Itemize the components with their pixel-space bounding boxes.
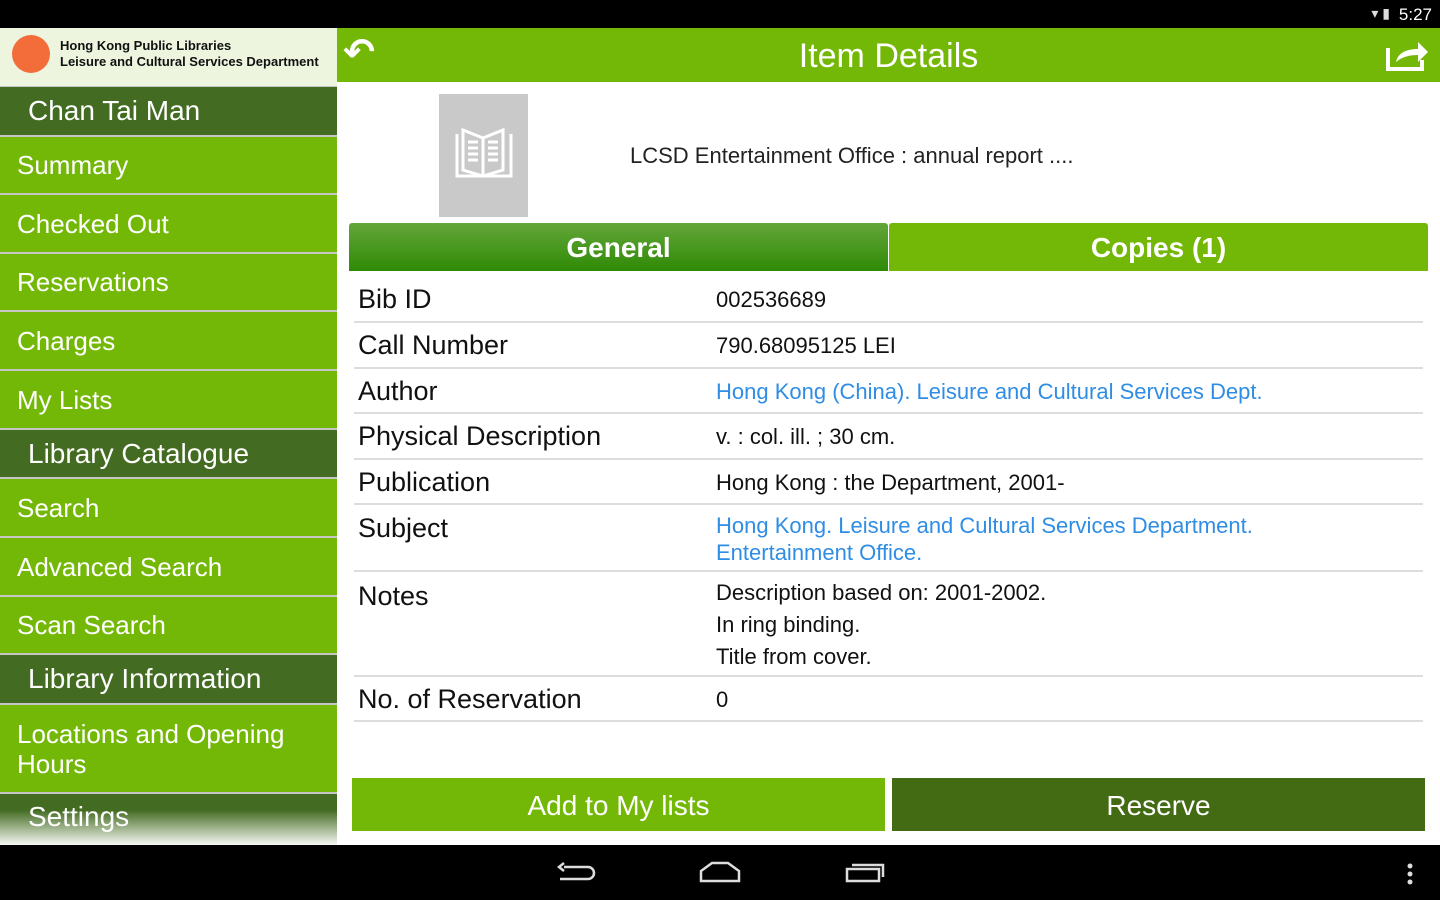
nav-home-icon[interactable] — [698, 859, 742, 885]
detail-row-bib-id: Bib ID 002536689 — [354, 275, 1423, 323]
detail-label: Notes — [358, 581, 429, 611]
sidebar-item-search[interactable]: Search — [0, 479, 337, 536]
sidebar-item-my-lists[interactable]: My Lists — [0, 371, 337, 428]
add-to-my-lists-button[interactable]: Add to My lists — [352, 778, 885, 831]
detail-value: Description based on: 2001-2002. — [716, 580, 1047, 605]
detail-row-physical-description: Physical Description v. : col. ill. ; 30… — [354, 414, 1423, 460]
detail-row-notes: Notes Description based on: 2001-2002. I… — [354, 572, 1423, 677]
action-bar: ↶ Item Details — [337, 28, 1440, 82]
detail-label: Call Number — [358, 330, 509, 360]
detail-row-subject: Subject Hong Kong. Leisure and Cultural … — [354, 505, 1423, 572]
sidebar-item-charges[interactable]: Charges — [0, 312, 337, 369]
sidebar-item-scan-search[interactable]: Scan Search — [0, 597, 337, 653]
open-book-icon — [455, 127, 513, 178]
tab-copies[interactable]: Copies (1) — [889, 223, 1428, 271]
sidebar-item-locations[interactable]: Locations and Opening Hours — [0, 705, 300, 792]
detail-label: Publication — [358, 467, 491, 497]
sidebar-section-library-catalogue: Library Catalogue — [0, 430, 337, 477]
share-icon[interactable] — [1384, 38, 1430, 72]
detail-label: Physical Description — [358, 421, 602, 451]
detail-label: Subject — [358, 513, 449, 543]
nav-recents-icon[interactable] — [845, 859, 885, 885]
item-title: LCSD Entertainment Office : annual repor… — [630, 143, 1074, 168]
detail-label: Author — [358, 376, 438, 406]
detail-label: No. of Reservation — [358, 684, 582, 714]
detail-row-author: Author Hong Kong (China). Leisure and Cu… — [354, 369, 1423, 414]
reserve-button[interactable]: Reserve — [892, 778, 1425, 831]
status-bar: ▾ ▮ 5:27 — [0, 0, 1440, 28]
sidebar-section-library-information: Library Information — [0, 655, 337, 703]
detail-value: 002536689 — [716, 287, 827, 312]
author-link[interactable]: Hong Kong (China). Leisure and Cultural … — [716, 376, 1263, 408]
subject-link-cont[interactable]: Entertainment Office. — [716, 537, 922, 569]
detail-value: 0 — [716, 687, 729, 712]
sidebar-item-advanced-search[interactable]: Advanced Search — [0, 538, 337, 595]
sidebar-user-name: Chan Tai Man — [0, 87, 337, 135]
clock: 5:27 — [1398, 5, 1432, 24]
detail-label: Bib ID — [358, 284, 432, 314]
detail-value: Hong Kong : the Department, 2001- — [716, 470, 1065, 495]
sidebar-item-summary[interactable]: Summary — [0, 137, 337, 193]
logo-line-2: Leisure and Cultural Services Department — [60, 54, 319, 69]
book-cover — [439, 94, 528, 217]
sidebar: Chan Tai Man Summary Checked Out Reserva… — [0, 86, 337, 845]
sidebar-fade — [0, 810, 337, 845]
detail-row-reservations: No. of Reservation 0 — [354, 677, 1423, 722]
detail-value: In ring binding. — [716, 612, 861, 637]
wifi-battery-icon: ▾ ▮ — [1371, 5, 1390, 21]
detail-value: Title from cover. — [716, 644, 872, 669]
detail-row-publication: Publication Hong Kong : the Department, … — [354, 460, 1423, 505]
logo-runner-icon — [12, 35, 50, 73]
nav-back-icon[interactable] — [556, 859, 596, 885]
detail-row-call-number: Call Number 790.68095125 LEI — [354, 323, 1423, 369]
system-nav-bar — [0, 845, 1440, 900]
tab-general[interactable]: General — [349, 223, 888, 271]
detail-value: v. : col. ill. ; 30 cm. — [716, 424, 896, 449]
overflow-menu-icon[interactable] — [1405, 863, 1415, 887]
page-title: Item Details — [798, 37, 979, 75]
sidebar-item-reservations[interactable]: Reservations — [0, 254, 337, 310]
detail-value: 790.68095125 LEI — [716, 333, 896, 358]
logo-line-1: Hong Kong Public Libraries — [60, 38, 232, 53]
sidebar-item-locations-pad — [300, 705, 337, 792]
lcsd-logo: Hong Kong Public Libraries Leisure and C… — [0, 28, 337, 86]
sidebar-item-checked-out[interactable]: Checked Out — [0, 195, 337, 252]
